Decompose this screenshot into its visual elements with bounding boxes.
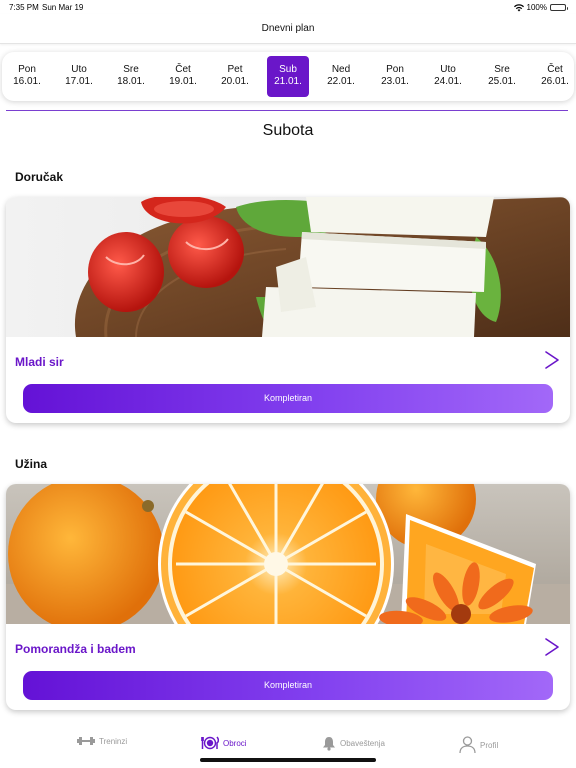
meal-card[interactable]: Mladi sir Kompletiran (6, 197, 570, 423)
complete-button[interactable]: Kompletiran (23, 384, 553, 413)
day-date: 24.01. (434, 76, 462, 87)
day-date: 17.01. (65, 76, 93, 87)
day-item[interactable]: Sre 25.01. (481, 56, 523, 97)
day-date: 16.01. (13, 76, 41, 87)
day-item[interactable]: Pon 16.01. (6, 56, 48, 97)
home-indicator[interactable] (200, 758, 376, 762)
day-name: Uto (71, 64, 87, 75)
meal-section-label: Užina (15, 457, 48, 471)
tab-label: Obaveštenja (340, 739, 385, 748)
day-item[interactable]: Pet 20.01. (214, 56, 256, 97)
day-date: 19.01. (169, 76, 197, 87)
day-item[interactable]: Sre 18.01. (110, 56, 152, 97)
day-item[interactable]: Uto 17.01. (58, 56, 100, 97)
battery-percent: 100% (526, 3, 547, 12)
day-name: Sre (494, 64, 510, 75)
meal-name[interactable]: Mladi sir (15, 355, 64, 369)
day-item-selected[interactable]: Sub 21.01. (267, 56, 309, 97)
day-name: Pon (386, 64, 404, 75)
cheese-tomato-photo (6, 197, 570, 337)
day-item[interactable]: Uto 24.01. (427, 56, 469, 97)
meal-name[interactable]: Pomorandža i badem (15, 642, 136, 656)
chevron-right-icon[interactable] (544, 637, 560, 657)
tab-obavestenja[interactable]: Obaveštenja (322, 736, 385, 751)
chevron-right-icon[interactable] (544, 350, 560, 370)
page-title: Dnevni plan (261, 23, 315, 34)
day-date: 20.01. (221, 76, 249, 87)
person-icon (459, 736, 476, 754)
tab-treninzi[interactable]: Treninzi (77, 736, 127, 746)
navigation-bar: Dnevni plan (0, 14, 576, 44)
selected-day-title: Subota (262, 122, 314, 139)
battery-icon (550, 4, 568, 11)
day-item[interactable]: Čet 19.01. (162, 56, 204, 97)
day-date: 18.01. (117, 76, 145, 87)
day-item[interactable]: Čet 26.01. (534, 56, 574, 97)
meal-section-label: Doručak (15, 170, 64, 184)
tab-bar: Treninzi Obroci Obaveštenja Profil (0, 728, 576, 768)
day-date: 25.01. (488, 76, 516, 87)
orange-photo (6, 484, 570, 624)
day-name: Sub (279, 64, 297, 75)
status-right: 100% (513, 3, 568, 12)
plate-cutlery-icon (201, 736, 219, 750)
day-item[interactable]: Ned 22.01. (320, 56, 362, 97)
bell-icon (323, 737, 335, 751)
tab-label: Obroci (223, 738, 247, 748)
wifi-icon (513, 3, 524, 11)
day-name: Čet (547, 64, 563, 75)
day-item[interactable]: Pon 23.01. (374, 56, 416, 97)
day-name: Pon (18, 64, 36, 75)
status-time: 7:35 PM (9, 3, 39, 12)
dumbbell-icon (77, 737, 95, 745)
day-date: 23.01. (381, 76, 409, 87)
tab-label: Treninzi (99, 736, 128, 746)
day-name: Sre (123, 64, 139, 75)
tab-profil[interactable]: Profil (459, 736, 498, 754)
status-bar: 7:35 PM Sun Mar 19 100% (0, 0, 576, 14)
day-name: Uto (440, 64, 456, 75)
tab-label: Profil (480, 740, 499, 750)
day-selector[interactable]: Pon 16.01. Uto 17.01. Sre 18.01. Čet 19.01. … (2, 52, 574, 101)
status-date: Sun Mar 19 (42, 3, 84, 12)
divider (6, 110, 568, 111)
tab-obroci[interactable]: Obroci (201, 736, 247, 750)
day-name: Ned (331, 64, 351, 75)
day-date: 22.01. (327, 76, 355, 87)
day-name: Pet (227, 64, 243, 75)
meal-card[interactable]: Pomorandža i badem Kompletiran (6, 484, 570, 710)
day-date: 26.01. (541, 76, 569, 87)
day-date: 21.01. (274, 76, 302, 87)
complete-button[interactable]: Kompletiran (23, 671, 553, 700)
day-name: Čet (175, 64, 191, 75)
